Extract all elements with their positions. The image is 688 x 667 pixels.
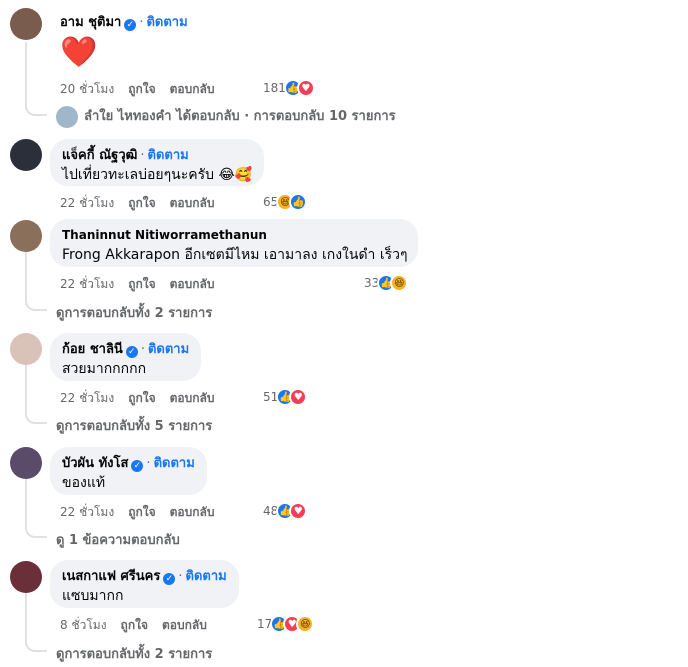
like-button[interactable]: ถูกใจ xyxy=(128,505,155,519)
love-icon: ♥ xyxy=(296,79,315,97)
reply-button[interactable]: ตอบกลับ xyxy=(170,277,215,291)
like-button[interactable]: ถูกใจ xyxy=(128,277,155,291)
view-replies-link[interactable]: ดูการตอบกลับทั้ง 2 รายการ xyxy=(56,643,212,664)
comment-bubble: เนสกาแฟ ศรีนคร ✓ · ติดตาม แซบมากก xyxy=(50,560,239,608)
like-icon: 👍 xyxy=(289,193,308,211)
reply-connector xyxy=(25,412,47,424)
timestamp[interactable]: 22 ชั่วโมง xyxy=(60,391,114,405)
comment-text: ❤️ xyxy=(60,35,98,70)
comment-bubble: บัวผัน ทังโส ✓ · ติดตาม ของแท้ xyxy=(50,447,207,495)
author-name[interactable]: ก้อย ชาลินี xyxy=(62,342,123,357)
reply-connector xyxy=(25,640,47,652)
author-name[interactable]: บัวผัน ทังโส xyxy=(62,456,128,471)
reaction-summary[interactable]: 48 👍 ♥ xyxy=(263,502,308,520)
view-replies-link[interactable]: ดูการตอบกลับทั้ง 5 รายการ xyxy=(56,415,212,436)
thread-line xyxy=(25,479,27,529)
avatar[interactable] xyxy=(10,139,42,171)
like-button[interactable]: ถูกใจ xyxy=(128,196,155,210)
follow-button[interactable]: ติดตาม xyxy=(154,456,195,471)
comment-actions: 22 ชั่วโมง ถูกใจ ตอบกลับ xyxy=(60,194,228,213)
thread-line xyxy=(25,42,27,107)
reaction-summary[interactable]: 17 👍 ♥ 😆 xyxy=(257,615,315,633)
timestamp[interactable]: 22 ชั่วโมง xyxy=(60,277,114,291)
follow-button[interactable]: ติดตาม xyxy=(186,569,227,584)
timestamp[interactable]: 22 ชั่วโมง xyxy=(60,196,114,210)
verified-icon: ✓ xyxy=(163,573,176,585)
thread-line xyxy=(25,593,27,643)
comment-text: ไปเที่ยวทะเลบ่อยๆนะครับ 😂🥰 xyxy=(62,167,253,183)
verified-icon: ✓ xyxy=(124,19,137,31)
avatar[interactable] xyxy=(10,220,42,252)
comment-text: แซบมากก xyxy=(62,588,124,604)
follow-button[interactable]: ติดตาม xyxy=(146,15,187,30)
reply-button[interactable]: ตอบกลับ xyxy=(170,82,215,96)
reaction-count: 181 xyxy=(263,81,286,95)
reply-summary[interactable]: ลำใย ไหทองคำ ได้ตอบกลับ · การตอบกลับ 10 … xyxy=(56,105,396,128)
timestamp[interactable]: 22 ชั่วโมง xyxy=(60,505,114,519)
comment-actions: 20 ชั่วโมง ถูกใจ ตอบกลับ xyxy=(60,80,228,99)
comment-actions: 22 ชั่วโมง ถูกใจ ตอบกลับ xyxy=(60,503,228,522)
verified-icon: ✓ xyxy=(131,460,144,472)
author-name[interactable]: แจ็คกี้ ณัฐวุฒิ xyxy=(62,148,137,163)
reply-connector xyxy=(25,299,47,311)
comment-text: สวยมากกกกก xyxy=(62,361,147,377)
avatar[interactable] xyxy=(10,447,42,479)
comment-bubble: อาม ชุติมา ✓ · ติดตาม ❤️ xyxy=(50,14,188,73)
avatar[interactable] xyxy=(10,8,42,40)
author-name[interactable]: เนสกาแฟ ศรีนคร xyxy=(62,569,160,584)
avatar[interactable] xyxy=(10,561,42,593)
view-replies-link[interactable]: ดูการตอบกลับทั้ง 2 รายการ xyxy=(56,302,212,323)
like-button[interactable]: ถูกใจ xyxy=(121,618,148,632)
comment-bubble: แจ็คกี้ ณัฐวุฒิ · ติดตาม ไปเที่ยวทะเลบ่อยๆ… xyxy=(50,139,265,186)
reply-button[interactable]: ตอบกลับ xyxy=(162,618,207,632)
reaction-summary[interactable]: 51 👍 ♥ xyxy=(263,388,308,406)
reply-button[interactable]: ตอบกลับ xyxy=(170,391,215,405)
comment-bubble: Thaninnut Nitiworramethanun Frong Akkara… xyxy=(50,219,418,267)
reaction-summary[interactable]: 181 👍 ♥ xyxy=(263,79,315,97)
love-icon: ♥ xyxy=(289,388,308,406)
avatar xyxy=(56,105,78,128)
reaction-summary[interactable]: 33 👍 😆 xyxy=(364,274,409,292)
timestamp[interactable]: 20 ชั่วโมง xyxy=(60,82,114,96)
follow-button[interactable]: ติดตาม xyxy=(148,148,189,163)
author-name[interactable]: อาม ชุติมา xyxy=(60,15,121,30)
comment-actions: 8 ชั่วโมง ถูกใจ ตอบกลับ xyxy=(60,616,221,635)
follow-button[interactable]: ติดตาม xyxy=(148,342,189,357)
reply-connector xyxy=(25,104,47,116)
avatar[interactable] xyxy=(10,333,42,365)
comment-text: ของแท้ xyxy=(62,475,106,491)
comment-bubble: ก้อย ชาลินี ✓ · ติดตาม สวยมากกกกก xyxy=(50,333,202,381)
comment-actions: 22 ชั่วโมง ถูกใจ ตอบกลับ xyxy=(60,275,228,294)
haha-icon: 😆 xyxy=(390,274,409,292)
author-name[interactable]: Thaninnut Nitiworramethanun xyxy=(62,228,267,242)
haha-icon: 😆 xyxy=(296,615,315,633)
view-replies-link[interactable]: ดู 1 ข้อความตอบกลับ xyxy=(56,529,180,550)
reply-button[interactable]: ตอบกลับ xyxy=(170,196,215,210)
love-icon: ♥ xyxy=(289,502,308,520)
comment-text: Frong Akkarapon อีกเซตมีไหม เอามาลง เกงใ… xyxy=(62,247,408,263)
reaction-summary[interactable]: 65 😆 👍 xyxy=(263,193,308,211)
timestamp[interactable]: 8 ชั่วโมง xyxy=(60,618,107,632)
reply-connector xyxy=(25,526,47,538)
reply-button[interactable]: ตอบกลับ xyxy=(170,505,215,519)
thread-line xyxy=(25,252,27,302)
like-button[interactable]: ถูกใจ xyxy=(128,391,155,405)
like-button[interactable]: ถูกใจ xyxy=(128,82,155,96)
comment-actions: 22 ชั่วโมง ถูกใจ ตอบกลับ xyxy=(60,389,228,408)
verified-icon: ✓ xyxy=(125,346,138,358)
thread-line xyxy=(25,365,27,415)
